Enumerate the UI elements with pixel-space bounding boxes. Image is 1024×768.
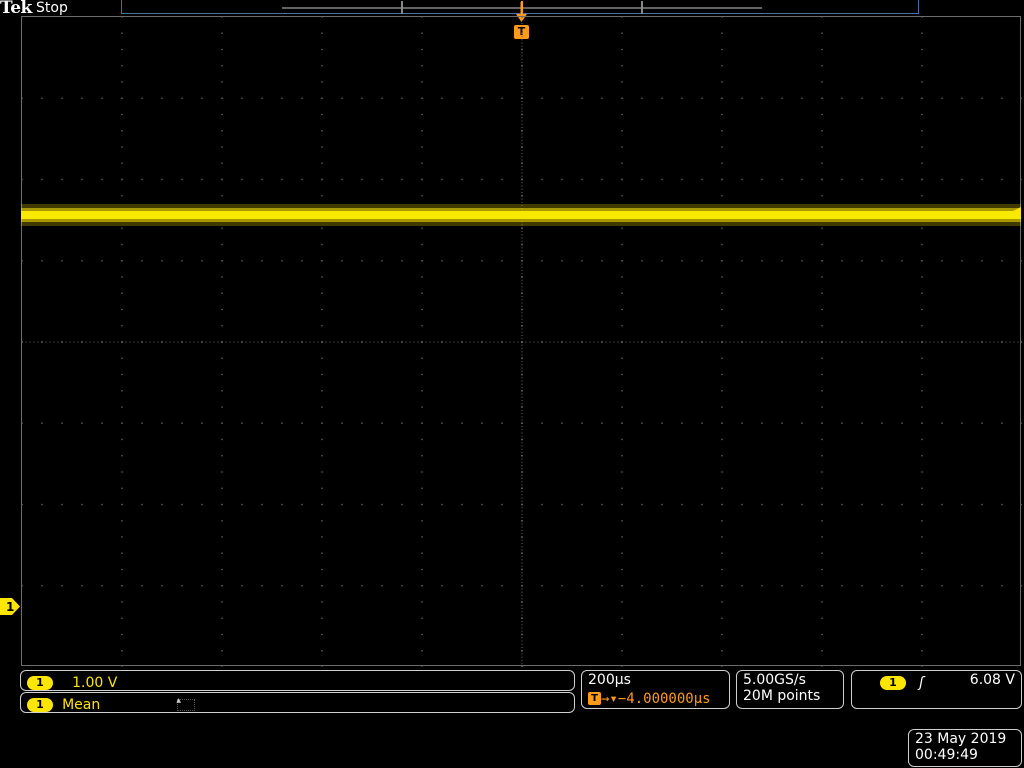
trigger-delay-icon: T <box>588 692 601 705</box>
ch1-vertical-scale-readout[interactable]: 1 1.00 V <box>20 670 575 691</box>
acquisition-readout[interactable]: 5.00GS/s 20M points <box>736 670 844 709</box>
oscilloscope-screen: Tek Stop T 1 1 1.00 V 1 Mean ▲ 200µs T →… <box>0 0 1024 768</box>
date-value: 23 May 2019 <box>915 731 1007 747</box>
ch1-waveform-trace <box>21 204 1021 226</box>
sample-rate-value: 5.00GS/s <box>743 672 806 688</box>
run-state-indicator: Stop <box>36 0 68 16</box>
measurement-readout[interactable]: 1 Mean <box>20 692 575 713</box>
date-time-readout: 23 May 2019 00:49:49 <box>908 729 1022 767</box>
time-value: 00:49:49 <box>915 747 978 763</box>
measurement-indicator-icon <box>176 697 196 711</box>
trigger-source-badge: 1 <box>880 675 906 690</box>
rising-edge-icon: ʃ <box>919 675 924 691</box>
ch1-scale-value: 1.00 V <box>72 674 118 691</box>
record-length-value: 20M points <box>743 688 821 704</box>
trigger-level-value: 6.08 V <box>969 672 1015 688</box>
trigger-readout[interactable]: 1 ʃ 6.08 V <box>851 670 1022 709</box>
trigger-level-arrow-icon[interactable] <box>1008 206 1022 218</box>
horizontal-scale-value: 200µs <box>588 672 631 688</box>
measurement-channel-badge: 1 <box>27 697 53 712</box>
waveform-area <box>21 16 1021 666</box>
horizontal-delay-value: →▾−4.000000µs <box>601 691 711 707</box>
ch1-badge: 1 <box>27 675 53 690</box>
ch1-ground-label: 1 <box>6 600 14 614</box>
measurement-name: Mean <box>62 696 101 713</box>
ch1-ground-marker[interactable]: 1 <box>0 598 20 615</box>
horizontal-scale-readout[interactable]: 200µs T →▾−4.000000µs <box>581 670 730 709</box>
